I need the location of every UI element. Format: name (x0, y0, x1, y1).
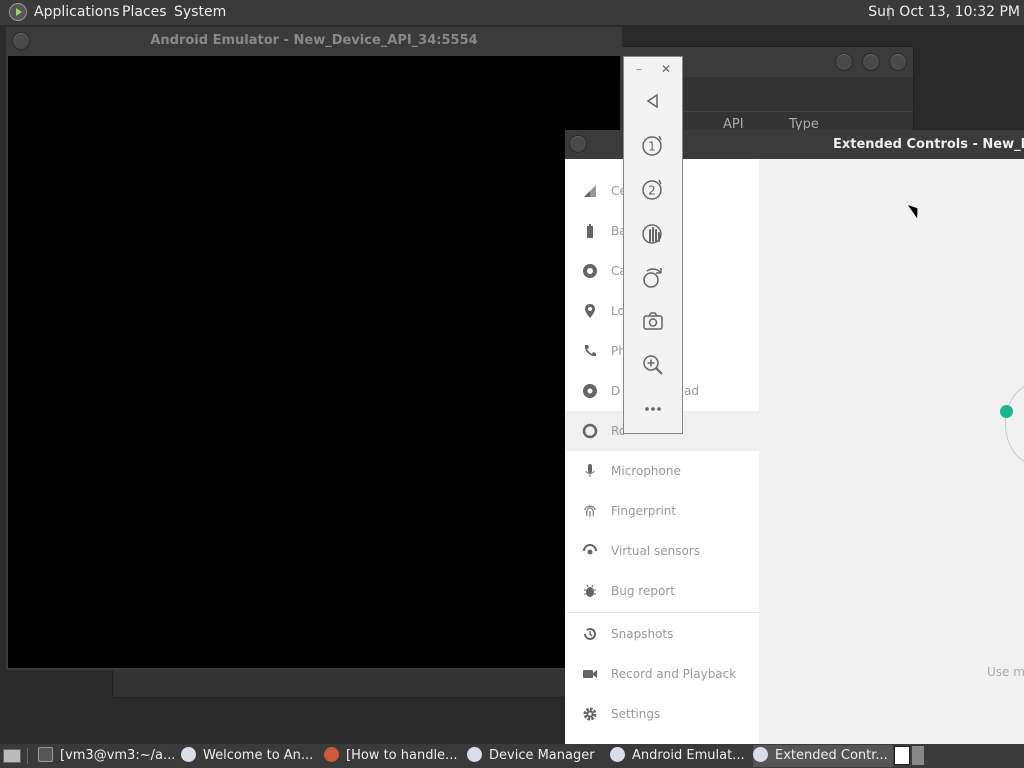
rotate-button[interactable] (638, 262, 668, 292)
menu-applications[interactable]: Applications (34, 4, 120, 20)
bug-icon (582, 583, 598, 599)
taskbar-separator (27, 748, 28, 764)
more-icon (645, 407, 661, 411)
task-firefox[interactable]: [How to handle... (324, 745, 464, 767)
history-icon (582, 626, 598, 642)
nav-item-record-and-playback[interactable]: Record and Playback (565, 654, 759, 694)
touch-button[interactable] (638, 218, 668, 248)
microphone-icon (582, 463, 598, 479)
emulator-icon (610, 747, 625, 762)
task-overflow[interactable] (912, 746, 924, 765)
rotary-dial-handle[interactable] (1000, 405, 1013, 418)
task-terminal[interactable]: [vm3@vm3:~/a... (38, 745, 178, 767)
close-button[interactable] (889, 53, 907, 71)
hand-icon (642, 224, 662, 244)
terminal-icon (38, 747, 53, 762)
fold-1-icon: 1 (642, 135, 662, 156)
nav-item-snapshots[interactable]: Snapshots (565, 614, 759, 654)
android-studio-icon (467, 747, 482, 762)
android-studio-icon (181, 747, 196, 762)
back-button[interactable] (638, 86, 668, 116)
nav-item-microphone[interactable]: Microphone (565, 451, 759, 491)
task-extended-controls[interactable]: Extended Contr... (753, 745, 893, 767)
virtual-sensors-icon (582, 543, 598, 559)
video-camera-icon (582, 666, 598, 682)
directional-pad-icon (582, 383, 598, 399)
svg-text:1: 1 (648, 140, 656, 154)
zoom-button[interactable] (638, 350, 668, 380)
minimize-toolbar-button[interactable]: – (636, 62, 642, 76)
rotate-icon (643, 268, 662, 288)
nav-item-fingerprint[interactable]: Fingerprint (565, 491, 759, 531)
rotary-hint-text: Use m (987, 665, 1024, 679)
close-toolbar-button[interactable]: ✕ (661, 62, 671, 76)
emulator-icon (753, 747, 768, 762)
maximize-button[interactable] (862, 53, 880, 71)
back-icon (646, 93, 658, 109)
minimize-button[interactable] (835, 53, 853, 71)
fold-2-icon: 2 (642, 179, 662, 200)
nav-divider (565, 612, 759, 613)
device-screen[interactable] (8, 56, 620, 668)
mouse-cursor-icon (907, 201, 923, 219)
emulator-title[interactable]: Android Emulator - New_Device_API_34:555… (6, 27, 622, 57)
distro-logo-icon[interactable] (9, 3, 27, 21)
clock[interactable]: Sun Oct 13, 10:32 PM (868, 4, 1020, 20)
gear-icon (582, 706, 598, 722)
menu-places[interactable]: Places (122, 4, 167, 20)
rotary-icon (582, 423, 598, 439)
location-icon (582, 303, 598, 319)
emulator-toolbar-task-icon[interactable] (894, 746, 910, 765)
task-welcome-android-studio[interactable]: Welcome to An... (181, 745, 321, 767)
phone-icon (582, 343, 598, 359)
screenshot-button[interactable] (638, 306, 668, 336)
nav-item-bug-report[interactable]: Bug report (565, 571, 759, 611)
extended-controls-content: Use m (759, 159, 1024, 744)
android-emulator-window: Android Emulator - New_Device_API_34:555… (6, 27, 622, 670)
menu-system[interactable]: System (174, 4, 226, 20)
nav-item-virtual-sensors[interactable]: Virtual sensors (565, 531, 759, 571)
close-button[interactable] (569, 135, 587, 153)
extended-controls-title: Extended Controls - New_Devic (833, 137, 1024, 152)
show-desktop-icon[interactable] (3, 749, 21, 763)
emulator-toolbar: – ✕ 1 2 (623, 56, 683, 434)
svg-text:2: 2 (648, 184, 656, 198)
fingerprint-icon (582, 503, 598, 519)
task-android-emulator[interactable]: Android Emulat... (610, 745, 750, 767)
camera-icon (582, 263, 598, 279)
fold-1-button[interactable]: 1 (638, 130, 668, 160)
fold-2-button[interactable]: 2 (638, 174, 668, 204)
top-panel: Applications Places System Sun Oct 13, 1… (0, 0, 1024, 25)
task-device-manager[interactable]: Device Manager (467, 745, 607, 767)
cellular-icon (582, 183, 598, 199)
nav-item-settings[interactable]: Settings (565, 694, 759, 734)
rotary-dial[interactable] (1005, 383, 1024, 465)
close-button[interactable] (12, 32, 30, 50)
bottom-panel: [vm3@vm3:~/a... Welcome to An... [How to… (0, 744, 1024, 768)
zoom-in-icon (643, 355, 663, 375)
camera-icon (643, 312, 663, 330)
more-button[interactable] (638, 394, 668, 424)
battery-icon (582, 223, 598, 239)
firefox-icon (324, 747, 339, 762)
